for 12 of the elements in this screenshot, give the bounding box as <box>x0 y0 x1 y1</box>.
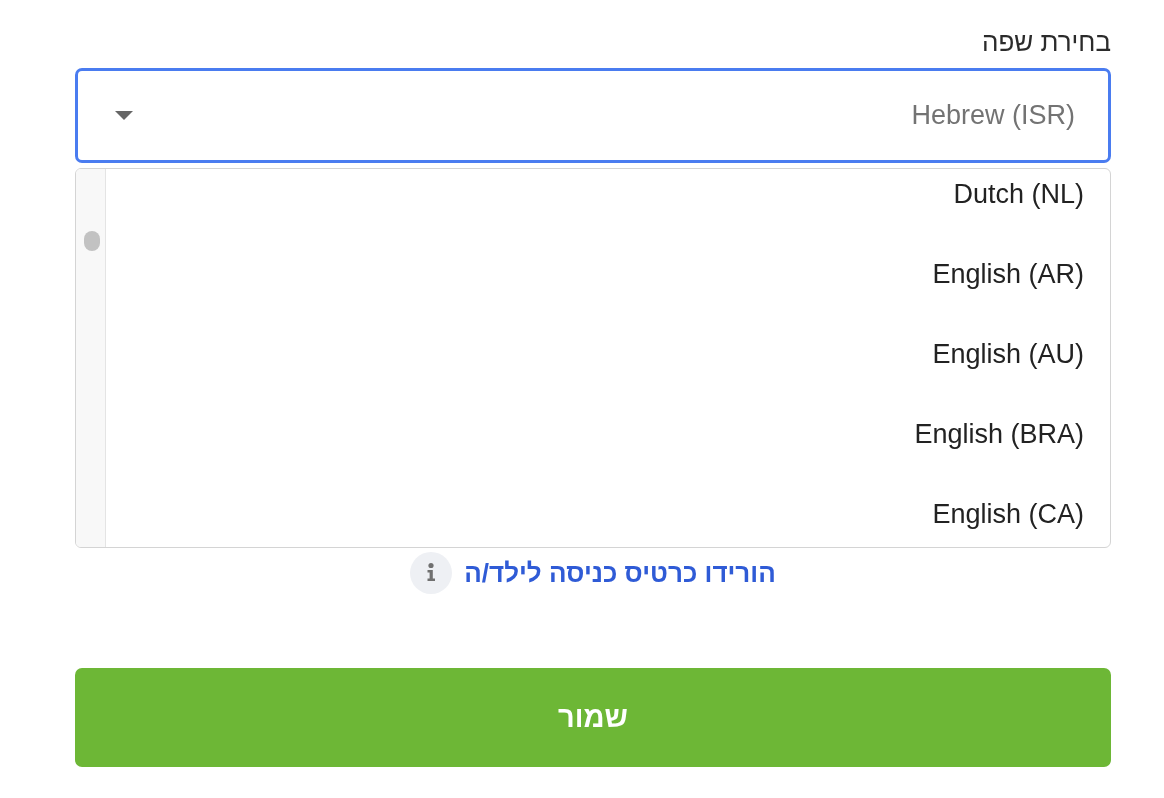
scrollbar[interactable] <box>76 169 106 547</box>
download-link[interactable]: הורידו כרטיס כניסה לילד/ה <box>464 560 776 586</box>
dropdown-option[interactable]: Dutch (NL) <box>106 169 1110 234</box>
info-icon <box>410 552 453 594</box>
caret-icon <box>115 110 133 120</box>
field-label: בחירת שפה <box>981 29 1111 55</box>
dropdown-option[interactable]: English (BRA) <box>106 394 1110 474</box>
dropdown-option[interactable]: English (AR) <box>106 234 1110 314</box>
dropdown-option[interactable]: English (AU) <box>106 314 1110 394</box>
scrollbar-thumb[interactable] <box>84 231 100 251</box>
dropdown-option[interactable]: English (CA) <box>106 474 1110 547</box>
language-select[interactable]: Hebrew (ISR) <box>75 68 1111 163</box>
